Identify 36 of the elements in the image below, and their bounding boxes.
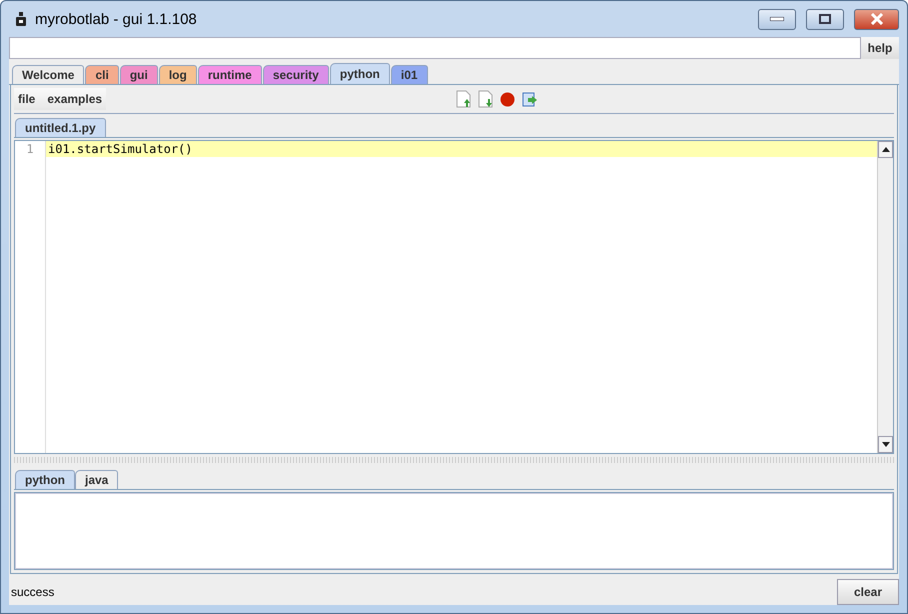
app-icon bbox=[15, 11, 27, 27]
minimize-button[interactable] bbox=[758, 8, 796, 30]
service-tab[interactable]: runtime bbox=[198, 65, 262, 84]
download-file-icon[interactable] bbox=[478, 90, 494, 108]
service-tab[interactable]: Welcome bbox=[12, 65, 84, 84]
output-area[interactable] bbox=[14, 492, 894, 570]
service-tab[interactable]: security bbox=[262, 65, 329, 84]
clear-button[interactable]: clear bbox=[837, 578, 899, 604]
menu-item[interactable]: examples bbox=[47, 92, 102, 106]
code-line: i01.startSimulator() bbox=[47, 142, 192, 156]
maximize-button[interactable] bbox=[806, 8, 844, 30]
scrollbar[interactable] bbox=[877, 141, 893, 453]
menu-item[interactable]: file bbox=[18, 92, 36, 106]
scroll-down-icon[interactable] bbox=[882, 442, 890, 447]
close-button[interactable] bbox=[854, 8, 899, 30]
output-tab[interactable]: python bbox=[15, 470, 75, 489]
close-icon bbox=[870, 13, 884, 25]
scroll-up-icon[interactable] bbox=[882, 147, 890, 152]
file-tab[interactable]: untitled.1.py bbox=[15, 118, 106, 137]
service-tab[interactable]: i01 bbox=[390, 65, 428, 84]
line-number: 1 bbox=[25, 141, 35, 157]
run-script-icon[interactable] bbox=[521, 90, 538, 108]
window-title: myrobotlab - gui 1.1.108 bbox=[35, 10, 198, 28]
service-tab[interactable]: gui bbox=[120, 65, 158, 84]
stop-icon[interactable] bbox=[500, 92, 516, 106]
status-text: success bbox=[10, 584, 56, 598]
upload-file-icon[interactable] bbox=[456, 90, 472, 108]
service-tab[interactable]: cli bbox=[85, 65, 119, 84]
code-editor[interactable]: 1 i01.startSimulator() bbox=[14, 140, 894, 454]
maximize-icon bbox=[819, 14, 831, 24]
help-button[interactable]: help bbox=[861, 37, 899, 59]
output-tab[interactable]: java bbox=[75, 470, 118, 489]
command-field[interactable] bbox=[9, 37, 861, 59]
minimize-icon bbox=[770, 17, 784, 21]
service-tab[interactable]: log bbox=[158, 65, 197, 84]
service-tab[interactable]: python bbox=[330, 63, 390, 84]
